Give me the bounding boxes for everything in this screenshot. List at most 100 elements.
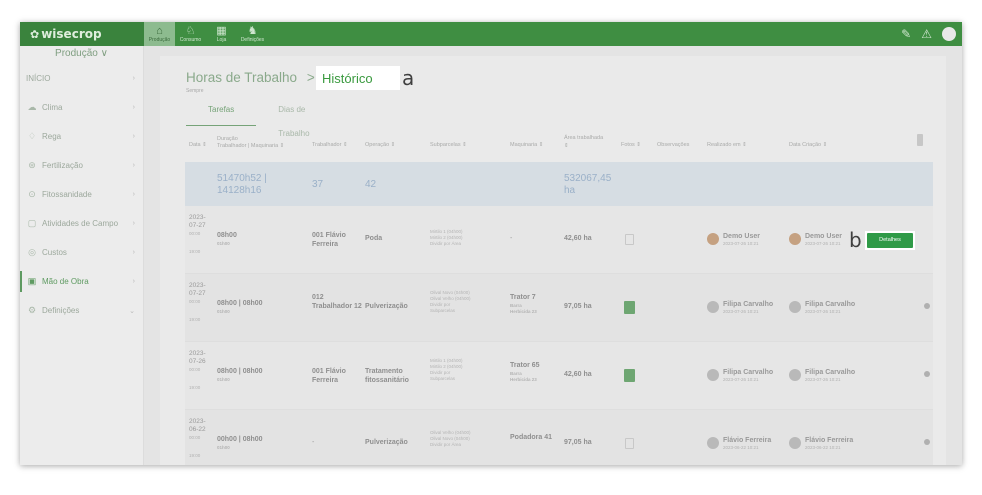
table-row[interactable]: 2023- 07-27 00:00 19:00 08h00 | 08h00 01… (185, 274, 933, 342)
avatar (707, 301, 719, 313)
col-realizado[interactable]: Realizado em ⇕ (707, 142, 747, 148)
done-by-name: Filipa Carvalho (723, 369, 774, 376)
col-duracao[interactable]: Duração (217, 136, 238, 142)
shield-icon: ⊙ (28, 189, 36, 199)
col-duracao-sub[interactable]: Trabalhador | Maquinaria ⇕ (217, 143, 284, 149)
sidebar-item-fertilizacao[interactable]: ⊛ Fertilização › (20, 151, 143, 180)
module-producao[interactable]: ⌂ Produção (144, 22, 175, 46)
row-machinery: - (510, 235, 513, 242)
details-button-label: Detalhes (867, 233, 913, 248)
sidebar-item-inicio[interactable]: INÍCIO › (20, 64, 143, 93)
table-row[interactable]: 2023- 07-26 00:00 19:00 08h00 | 08h00 01… (185, 342, 933, 410)
photo-placeholder-icon[interactable] (625, 438, 634, 449)
sidebar-item-definicoes[interactable]: ⚙ Definições ⌄ (20, 296, 143, 325)
drop-icon: ♢ (27, 131, 37, 141)
row-area: 42,60 ha (564, 235, 592, 242)
table-row[interactable]: 2023- 06-22 00:00 19:00 00h00 | 08h00 01… (185, 410, 933, 465)
sidebar-item-label: INÍCIO (26, 74, 51, 83)
subparcel-note: Dividir por Subparcelas (430, 302, 456, 313)
total-area-1: 532067,45 (564, 173, 612, 184)
col-trabalhador[interactable]: Trabalhador ⇕ (312, 142, 348, 148)
fertilizer-icon: ⊛ (28, 160, 36, 170)
col-area-sort[interactable]: ⇕ (564, 143, 569, 149)
time-end: 19:00 (189, 249, 201, 254)
row-machinery: Trator 7 Barra Herbicida 23 (510, 294, 537, 315)
module-definicoes[interactable]: ♞ Definições (237, 22, 268, 46)
sidebar-title[interactable]: Produção ∨ (20, 46, 143, 64)
col-operacao[interactable]: Operação ⇕ (365, 142, 395, 148)
user-avatar-icon[interactable] (942, 27, 956, 41)
tab-tarefas[interactable]: Tarefas (186, 98, 257, 126)
row-area: 97,05 ha (564, 303, 592, 310)
date-line-1: 2023- (189, 350, 206, 357)
row-operation: Pulverização (365, 439, 408, 446)
module-loja[interactable]: ▦ Loja (206, 22, 237, 46)
time-end: 19:00 (189, 453, 201, 458)
sidebar-item-label: Fertilização (42, 161, 83, 170)
column-toggle-icon[interactable] (917, 134, 923, 146)
tractor-icon: ⌂ (156, 24, 163, 37)
created-by-name: Filipa Carvalho (805, 369, 856, 376)
col-subparcelas[interactable]: Subparcelas ⇕ (430, 142, 467, 148)
row-area: 42,60 ha (564, 371, 592, 378)
sidebar-item-rega[interactable]: ♢ Rega › (20, 122, 143, 151)
time-start: 00:00 (189, 299, 201, 304)
gear-icon: ⚙ (27, 305, 37, 315)
sidebar-item-label: Clima (42, 103, 63, 112)
col-data[interactable]: Data ⇕ (189, 142, 207, 148)
done-by-date: 2023-06-22 10:21 (723, 445, 759, 450)
done-by-date: 2023-07-26 10:21 (723, 241, 759, 246)
sidebar-item-clima[interactable]: ☁ Clima › (20, 93, 143, 122)
table-row[interactable]: 2023- 07-27 00:00 19:00 08h00 01h00 001 … (185, 206, 933, 274)
work-hours-panel: Horas de Trabalho > Histórico a Sempre T… (160, 56, 946, 465)
info-icon[interactable] (924, 371, 930, 377)
time-end: 19:00 (189, 385, 201, 390)
sidebar-item-fitossanidade[interactable]: ⊙ Fitossanidade › (20, 180, 143, 209)
leaf-icon: ✿ (30, 27, 40, 41)
worker-icon: ▣ (27, 276, 37, 286)
tabs: Tarefas Dias de Trabalho (186, 98, 346, 138)
module-consumo[interactable]: ♘ Consumo (175, 22, 206, 46)
details-button[interactable]: Detalhes (865, 231, 915, 250)
sidebar-item-custos[interactable]: ◎ Custos › (20, 238, 143, 267)
avatar (707, 437, 719, 449)
row-date: 2023- 07-27 00:00 19:00 (189, 282, 206, 324)
date-line-2: 07-26 (189, 358, 206, 365)
col-fotos[interactable]: Fotos ⇕ (621, 142, 641, 148)
tab-dias-de-trabalho[interactable]: Dias de Trabalho (256, 98, 346, 138)
row-operation: Poda (365, 235, 383, 242)
chevron-right-icon: › (132, 162, 135, 169)
photo-thumbnail-icon[interactable] (624, 369, 635, 382)
col-data-criacao[interactable]: Data Criação ⇕ (789, 142, 827, 148)
time-end: 19:00 (189, 317, 201, 322)
col-maquinaria[interactable]: Maquinaria ⇕ (510, 142, 543, 148)
breadcrumb-active[interactable]: Histórico (316, 66, 400, 90)
date-line-1: 2023- (189, 418, 206, 425)
edit-icon[interactable]: ✎ (901, 27, 911, 41)
col-area[interactable]: Área trabalhada (564, 135, 603, 141)
annotation-a: a (402, 66, 415, 90)
photo-thumbnail-icon[interactable] (624, 301, 635, 314)
sidebar-item-mao-de-obra[interactable]: ▣ Mão de Obra › (20, 267, 143, 296)
top-bar: ✿ wisecrop ⌂ Produção ♘ Consumo ▦ Loja ♞… (20, 22, 962, 46)
col-observacoes: Observações (657, 142, 690, 148)
cloud-icon: ☁ (27, 102, 37, 112)
info-icon[interactable] (924, 303, 930, 309)
date-line-2: 07-27 (189, 222, 206, 229)
chevron-right-icon: › (132, 191, 135, 198)
time-start: 00:00 (189, 435, 201, 440)
cart-icon: ♘ (185, 24, 196, 37)
info-icon[interactable] (924, 439, 930, 445)
wisecrop-logo[interactable]: ✿ wisecrop (20, 22, 144, 46)
sidebar-item-label: Atividades de Campo (42, 219, 119, 228)
sidebar-item-atividades[interactable]: ▢ Atividades de Campo › (20, 209, 143, 238)
breadcrumb-title[interactable]: Horas de Trabalho (186, 70, 297, 85)
alert-icon[interactable]: ⚠ (921, 27, 932, 41)
row-worker: 012 Trabalhador 12 (312, 294, 362, 310)
avatar (789, 437, 801, 449)
duration-sub: 01h00 (217, 308, 230, 314)
row-duration: 08h00 01h00 (217, 232, 237, 247)
row-date: 2023- 07-26 00:00 19:00 (189, 350, 206, 392)
chevron-right-icon: › (132, 249, 135, 256)
photo-placeholder-icon[interactable] (625, 234, 634, 245)
